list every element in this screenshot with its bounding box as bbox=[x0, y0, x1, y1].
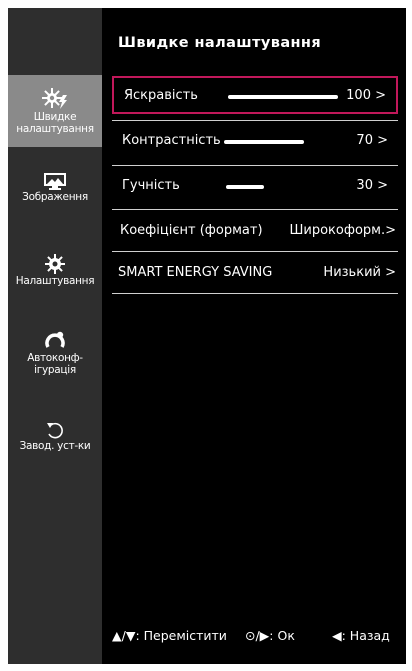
sidebar: Швидке налаштування Зображення Налаштува… bbox=[8, 8, 102, 664]
divider bbox=[112, 293, 398, 294]
row-label: Гучність bbox=[122, 178, 180, 193]
row-value: 100 > bbox=[346, 88, 386, 103]
gear-icon bbox=[45, 254, 65, 274]
divider bbox=[112, 165, 398, 166]
volume-slider[interactable] bbox=[226, 185, 264, 189]
hint-back: ◀: Назад bbox=[332, 628, 390, 643]
row-value: Низький > bbox=[323, 265, 396, 280]
osd-menu: Швидке налаштування Зображення Налаштува… bbox=[8, 8, 406, 664]
contrast-slider[interactable] bbox=[224, 140, 304, 144]
menu-row-brightness[interactable]: Яскравість 100 > bbox=[112, 76, 398, 114]
brightness-slider[interactable] bbox=[228, 95, 338, 99]
picture-icon bbox=[44, 173, 66, 190]
divider bbox=[112, 209, 398, 210]
menu-row-aspect-ratio[interactable]: Коефіцієнт (формат) Широкоформ.> bbox=[112, 213, 398, 251]
menu-row-volume[interactable]: Гучність 30 > bbox=[112, 168, 398, 206]
sidebar-label: Зображення bbox=[22, 191, 88, 203]
row-label: Яскравість bbox=[124, 88, 198, 103]
divider bbox=[112, 251, 398, 252]
sidebar-label: Завод. уст-ки bbox=[19, 440, 91, 452]
row-value: 30 > bbox=[356, 178, 388, 193]
sidebar-item-auto-config[interactable]: Автоконф- ігурація bbox=[8, 330, 102, 392]
page-title: Швидке налаштування bbox=[118, 35, 322, 51]
sidebar-label: ігурація bbox=[34, 364, 76, 376]
quick-settings-icon bbox=[42, 88, 67, 109]
row-label: SMART ENERGY SAVING bbox=[118, 265, 273, 280]
menu-row-smart-energy-saving[interactable]: SMART ENERGY SAVING Низький > bbox=[112, 255, 398, 293]
sidebar-item-picture[interactable]: Зображення bbox=[8, 173, 102, 223]
sidebar-label: налаштування bbox=[16, 123, 94, 135]
sidebar-item-quick-settings[interactable]: Швидке налаштування bbox=[8, 75, 102, 147]
row-label: Контрастність bbox=[122, 133, 221, 148]
row-value: Широкоформ.> bbox=[289, 223, 396, 238]
sidebar-label: Швидке bbox=[33, 111, 77, 123]
sidebar-label: Налаштування bbox=[15, 275, 95, 287]
divider bbox=[112, 120, 398, 121]
menu-row-contrast[interactable]: Контрастність 70 > bbox=[112, 123, 398, 161]
sidebar-label: Автоконф- bbox=[27, 352, 83, 364]
row-label: Коефіцієнт (формат) bbox=[120, 223, 263, 238]
hint-move: ▲/▼: Перемістити bbox=[112, 628, 227, 643]
sidebar-item-settings[interactable]: Налаштування bbox=[8, 253, 102, 303]
hint-ok: ⊙/▶: Ок bbox=[245, 628, 295, 643]
row-value: 70 > bbox=[356, 133, 388, 148]
sidebar-item-factory-reset[interactable]: Завод. уст-ки bbox=[8, 420, 102, 470]
reset-icon bbox=[47, 422, 63, 439]
auto-config-icon bbox=[45, 331, 65, 348]
